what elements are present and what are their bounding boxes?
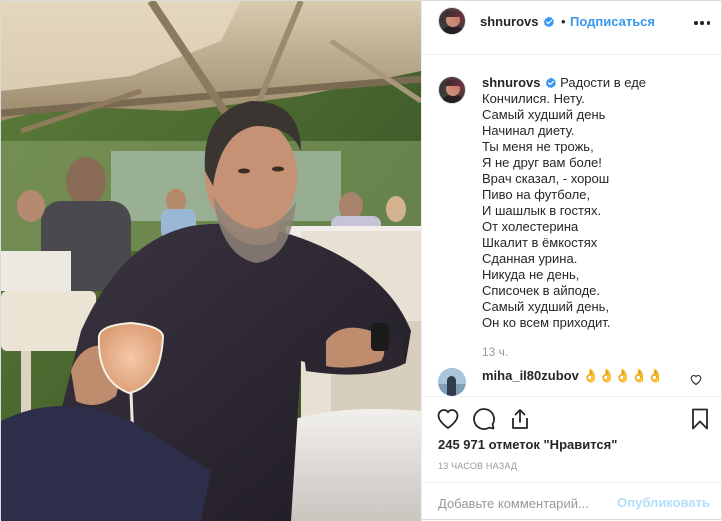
comment-item: miha_il80zubov 👌👌👌👌👌 bbox=[482, 368, 663, 384]
comments-list: shnurovs Радости в еде Кончилися. Нету. … bbox=[422, 56, 722, 396]
comment-input[interactable] bbox=[438, 494, 618, 512]
caption-line: Самый худший день, bbox=[482, 299, 610, 314]
avatar-figure-shape bbox=[447, 376, 456, 396]
heart-icon[interactable] bbox=[436, 407, 460, 431]
caption-time[interactable]: 13 ч. bbox=[482, 345, 508, 359]
avatar-tint bbox=[439, 77, 465, 103]
comment-text: 👌👌👌👌👌 bbox=[582, 368, 664, 383]
caption-line: Никуда не день, bbox=[482, 267, 580, 282]
post-actions: 245 971 отметок "Нравится" 13 часов наза… bbox=[422, 396, 722, 481]
bookmark-icon[interactable] bbox=[688, 407, 712, 431]
caption-line: Кончилися. Нету. bbox=[482, 91, 585, 106]
header-separator: • bbox=[561, 14, 566, 29]
photo-illustration bbox=[1, 1, 421, 521]
verified-badge-icon bbox=[545, 77, 556, 89]
caption-line: Я не друг вам боле! bbox=[482, 155, 602, 170]
verified-badge-icon bbox=[543, 16, 554, 28]
caption-line: Врач сказал, - хорош bbox=[482, 171, 610, 186]
caption-line: Пиво на футболе, bbox=[482, 187, 591, 202]
caption-line: Списочек в айподе. bbox=[482, 283, 601, 298]
follow-button[interactable]: Подписаться bbox=[570, 14, 655, 30]
post-header: shnurovs • Подписаться bbox=[422, 1, 722, 55]
avatar-tint bbox=[439, 8, 465, 34]
caption-first-line: shnurovs Радости в еде bbox=[482, 75, 712, 91]
add-comment-bar: Опубликовать bbox=[422, 482, 722, 521]
post-dialog: shnurovs • Подписаться shnurovs Радости … bbox=[0, 0, 722, 521]
post-caption: shnurovs Радости в еде Кончилися. Нету. … bbox=[482, 75, 712, 331]
caption-line: Сданная урина. bbox=[482, 251, 578, 266]
author-username-row: shnurovs bbox=[480, 14, 555, 30]
caption-author-avatar[interactable] bbox=[438, 76, 466, 104]
author-avatar[interactable] bbox=[438, 7, 466, 35]
comment-like-heart-icon[interactable] bbox=[690, 374, 702, 386]
caption-line: Шкалит в ёмкостях bbox=[482, 235, 598, 250]
caption-line: Самый худший день bbox=[482, 107, 606, 122]
post-photo[interactable] bbox=[1, 1, 421, 521]
caption-line: Начинал диету. bbox=[482, 123, 575, 138]
author-username[interactable]: shnurovs bbox=[480, 14, 539, 29]
publish-button[interactable]: Опубликовать bbox=[617, 495, 710, 511]
caption-line: И шашлык в гостях. bbox=[482, 203, 602, 218]
caption-line: Радости в еде bbox=[560, 75, 647, 90]
commenter-username[interactable]: miha_il80zubov bbox=[482, 368, 579, 383]
post-sidebar: shnurovs • Подписаться shnurovs Радости … bbox=[421, 1, 722, 521]
caption-line: Ты меня не трожь, bbox=[482, 139, 594, 154]
likes-count[interactable]: 245 971 отметок "Нравится" bbox=[438, 437, 617, 453]
commenter-avatar[interactable] bbox=[438, 368, 466, 396]
comment-icon[interactable] bbox=[472, 407, 496, 431]
caption-username[interactable]: shnurovs bbox=[482, 75, 541, 90]
share-icon[interactable] bbox=[508, 407, 532, 431]
more-options-icon[interactable] bbox=[694, 15, 710, 31]
caption-line: От холестерина bbox=[482, 219, 579, 234]
caption-line: Он ко всем приходит. bbox=[482, 315, 611, 330]
post-timestamp[interactable]: 13 часов назад bbox=[438, 460, 517, 472]
